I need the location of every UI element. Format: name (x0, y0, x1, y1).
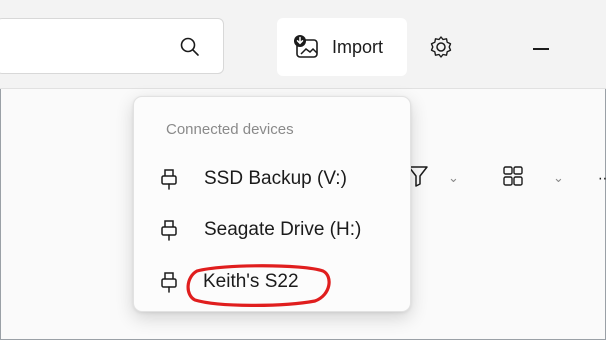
view-chevron-icon[interactable]: ⌄ (553, 170, 564, 186)
minimize-icon[interactable] (533, 48, 549, 50)
usb-plug-icon (161, 169, 177, 190)
flyout-header: Connected devices (166, 121, 294, 138)
usb-plug-icon (161, 272, 177, 293)
device-item-seagate-drive[interactable]: Seagate Drive (H:) (134, 208, 410, 252)
import-photo-icon (294, 35, 318, 58)
search-icon[interactable] (178, 35, 202, 59)
import-button[interactable]: Import (277, 18, 407, 76)
usb-plug-icon (161, 220, 177, 241)
red-circle-annotation (186, 264, 331, 307)
device-item-ssd-backup[interactable]: SSD Backup (V:) (134, 157, 410, 201)
view-layout-icon[interactable] (502, 165, 524, 187)
device-label: SSD Backup (V:) (204, 168, 347, 189)
more-options-icon[interactable]: ⋯ (598, 170, 606, 187)
filter-chevron-icon[interactable]: ⌄ (448, 170, 459, 186)
title-bar: Import (0, 0, 606, 89)
device-label: Seagate Drive (H:) (204, 219, 362, 240)
gear-icon[interactable] (428, 34, 454, 60)
import-label: Import (332, 37, 384, 57)
